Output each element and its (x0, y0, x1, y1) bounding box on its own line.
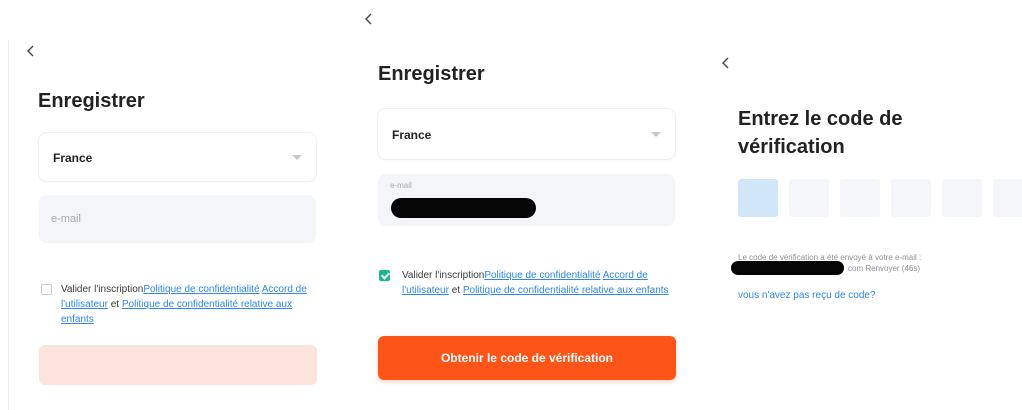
page-title: Enregistrer (378, 63, 485, 85)
consent-and: et (107, 299, 122, 310)
privacy-policy-link[interactable]: Politique de confidentialité (143, 284, 259, 295)
email-field[interactable]: e-mail (378, 174, 675, 226)
country-value: France (392, 128, 432, 142)
back-chevron-left-icon[interactable] (362, 12, 376, 26)
children-privacy-link[interactable]: Politique de confidentialité relative au… (463, 285, 669, 296)
caret-down-icon (651, 132, 661, 137)
consent-text: Valider l'inscriptionPolitique de confid… (61, 282, 321, 327)
divider (8, 40, 9, 410)
title-line-1: Entrez le code de (738, 108, 903, 130)
code-digit-1[interactable] (738, 179, 778, 217)
register-screen-empty: Enregistrer France e-mail Valider l'insc… (0, 0, 345, 410)
verification-code-screen: Entrez le code de vérification Le code d… (695, 0, 1022, 407)
consent-prefix: Valider l'inscription (61, 284, 144, 295)
get-code-button-disabled[interactable]: Obtenir le code de vérification (39, 345, 317, 385)
page-title: Entrez le code de vérification (738, 105, 903, 161)
page-title: Enregistrer (38, 90, 145, 112)
code-digit-5[interactable] (942, 179, 982, 217)
title-line-2: vérification (738, 136, 845, 158)
email-label: e-mail (390, 181, 412, 190)
back-chevron-left-icon[interactable] (719, 56, 733, 70)
country-value: France (53, 151, 93, 165)
caret-down-icon (292, 155, 302, 160)
back-chevron-left-icon[interactable] (24, 44, 38, 58)
consent-prefix: Valider l'inscription (402, 270, 485, 281)
country-select[interactable]: France (378, 109, 675, 159)
email-placeholder: e-mail (51, 213, 81, 225)
code-digit-4[interactable] (891, 179, 931, 217)
country-select[interactable]: France (39, 133, 316, 181)
code-digit-3[interactable] (840, 179, 880, 217)
code-digit-2[interactable] (789, 179, 829, 217)
consent-text: Valider l'inscriptionPolitique de confid… (402, 268, 680, 298)
consent-and: et (448, 285, 463, 296)
redacted-email (731, 261, 844, 275)
get-code-button[interactable]: Obtenir le code de vérification (378, 336, 676, 380)
register-screen-filled: Enregistrer France e-mail Valider l'insc… (345, 0, 695, 407)
redacted-email-value (391, 198, 536, 218)
email-field[interactable]: e-mail (39, 195, 316, 243)
consent-checkbox[interactable] (41, 284, 52, 295)
code-digit-6[interactable] (993, 179, 1022, 217)
privacy-policy-link[interactable]: Politique de confidentialité (484, 270, 600, 281)
no-code-link[interactable]: vous n'avez pas reçu de code? (738, 290, 876, 301)
consent-checkbox-checked[interactable] (379, 270, 390, 281)
